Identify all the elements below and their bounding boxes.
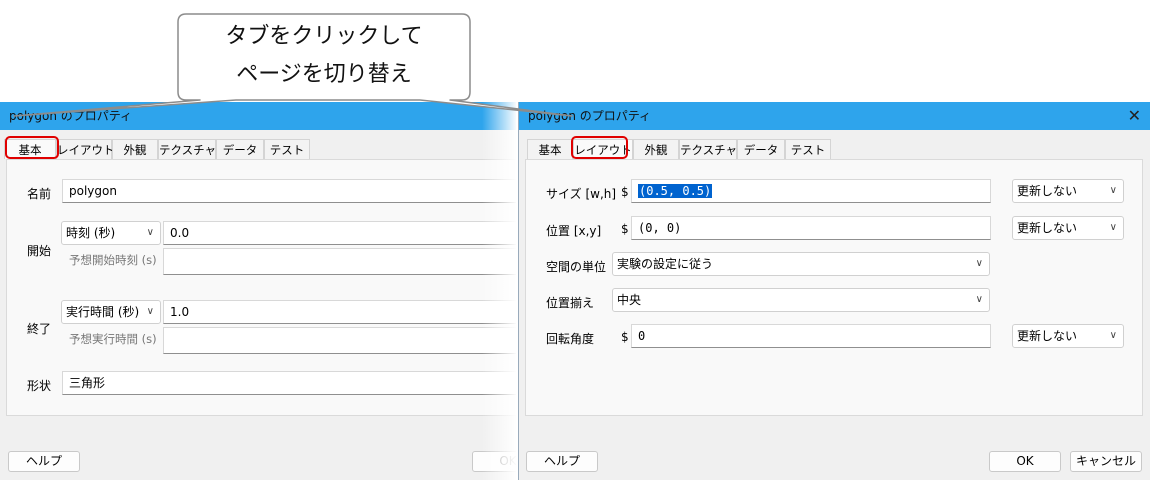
tab-data[interactable]: データ (216, 139, 264, 159)
ok-button[interactable]: OK (989, 451, 1061, 472)
tab-test[interactable]: テスト (264, 139, 310, 159)
position-update-select[interactable]: 更新しない ∨ (1012, 216, 1124, 240)
chevron-down-icon: ∨ (146, 227, 154, 238)
chevron-down-icon: ∨ (975, 258, 983, 269)
size-input[interactable]: (0.5, 0.5) (631, 179, 991, 203)
chevron-down-icon: ∨ (1109, 222, 1117, 233)
units-value: 実験の設定に従う (617, 257, 714, 271)
position-label: 位置 [x,y] (546, 224, 602, 238)
tab-data[interactable]: データ (737, 139, 785, 159)
cancel-button[interactable]: キャンセル (1070, 451, 1142, 472)
callout-line-2: ページを切り替え (236, 62, 412, 87)
chevron-down-icon: ∨ (146, 306, 154, 317)
position-dollar: $ (621, 222, 629, 236)
anchor-value: 中央 (617, 293, 642, 307)
tab-test[interactable]: テスト (785, 139, 831, 159)
left-dialog-title: polygon のプロパティ (0, 102, 516, 130)
size-value: (0.5, 0.5) (638, 184, 713, 198)
anchor-label: 位置揃え (546, 296, 595, 310)
expected-start-input[interactable] (163, 248, 516, 275)
chevron-down-icon: ∨ (975, 294, 983, 305)
orientation-label: 回転角度 (546, 332, 595, 346)
start-value-input[interactable]: 0.0 (163, 221, 516, 245)
left-tab-panel: 名前 polygon 時刻 (秒) ∨ 0.0 開始 予想開始時刻 (s) 実行… (6, 159, 516, 416)
anchor-select[interactable]: 中央 ∨ (612, 288, 990, 312)
orientation-update-value: 更新しない (1017, 329, 1078, 343)
tab-texture[interactable]: テクスチャ (158, 139, 216, 159)
tab-basic[interactable]: 基本 (4, 139, 56, 159)
right-dialog-title: polygon のプロパティ ✕ (519, 102, 1150, 130)
end-label: 終了 (27, 322, 52, 336)
orientation-update-select[interactable]: 更新しない ∨ (1012, 324, 1124, 348)
tab-appearance[interactable]: 外観 (112, 139, 158, 159)
expected-duration-input[interactable] (163, 327, 516, 354)
end-value-input[interactable]: 1.0 (163, 300, 516, 324)
end-type-value: 実行時間 (秒) (66, 305, 140, 319)
chevron-down-icon: ∨ (1109, 185, 1117, 196)
callout-line-1: タブをクリックして (225, 24, 423, 49)
name-input[interactable]: polygon (62, 179, 516, 203)
ok-button[interactable]: OK (472, 451, 516, 472)
shape-label: 形状 (27, 379, 52, 393)
size-update-value: 更新しない (1017, 184, 1078, 198)
size-dollar: $ (621, 185, 629, 199)
orientation-dollar: $ (621, 330, 629, 344)
units-label: 空間の単位 (546, 260, 607, 274)
size-update-select[interactable]: 更新しない ∨ (1012, 179, 1124, 203)
tab-layout[interactable]: レイアウト (573, 139, 633, 159)
right-tab-panel: サイズ [w,h] $ (0.5, 0.5) 更新しない ∨ 位置 [x,y] … (525, 159, 1143, 416)
end-type-select[interactable]: 実行時間 (秒) ∨ (61, 300, 161, 324)
start-label: 開始 (27, 244, 52, 258)
left-properties-dialog: polygon のプロパティ 基本 レイアウト 外観 テクスチャ データ テスト… (0, 102, 516, 480)
chevron-down-icon: ∨ (1109, 330, 1117, 341)
position-input[interactable]: (0, 0) (631, 216, 991, 240)
start-type-value: 時刻 (秒) (66, 226, 116, 240)
close-icon[interactable]: ✕ (1128, 102, 1141, 130)
tab-texture[interactable]: テクスチャ (679, 139, 737, 159)
right-dialog-title-text: polygon のプロパティ (528, 109, 652, 123)
help-button[interactable]: ヘルプ (8, 451, 80, 472)
help-button[interactable]: ヘルプ (526, 451, 598, 472)
expected-duration-label: 予想実行時間 (s) (69, 332, 157, 346)
callout-text: タブをクリックして ページを切り替え (180, 18, 468, 94)
name-label: 名前 (27, 187, 52, 201)
tab-appearance[interactable]: 外観 (633, 139, 679, 159)
right-properties-dialog: polygon のプロパティ ✕ 基本 レイアウト 外観 テクスチャ データ テ… (518, 102, 1150, 480)
tab-basic[interactable]: 基本 (527, 139, 573, 159)
tab-layout[interactable]: レイアウト (56, 139, 115, 159)
position-update-value: 更新しない (1017, 221, 1078, 235)
orientation-input[interactable]: 0 (631, 324, 991, 348)
expected-start-label: 予想開始時刻 (s) (69, 253, 157, 267)
shape-input[interactable]: 三角形 (62, 371, 516, 395)
size-label: サイズ [w,h] (546, 187, 617, 201)
start-type-select[interactable]: 時刻 (秒) ∨ (61, 221, 161, 245)
units-select[interactable]: 実験の設定に従う ∨ (612, 252, 990, 276)
